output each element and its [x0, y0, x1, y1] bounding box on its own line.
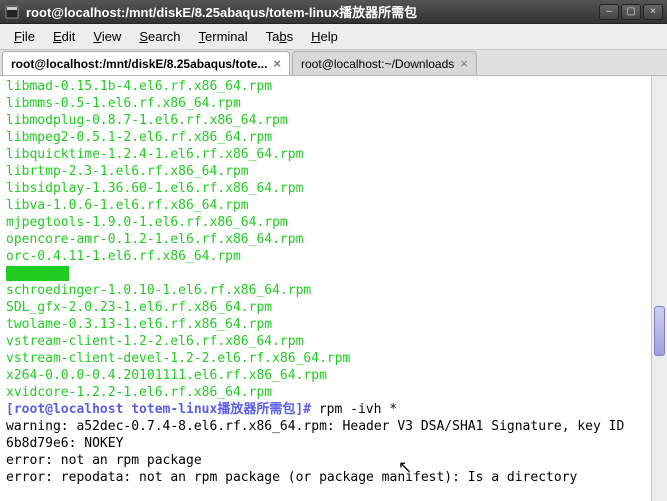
tab-label: root@localhost:~/Downloads — [301, 57, 454, 71]
tab-close-icon[interactable]: × — [273, 56, 281, 71]
minimize-button[interactable]: – — [599, 4, 619, 20]
scrollbar-thumb[interactable] — [654, 306, 665, 356]
terminal-container: libmad-0.15.1b-4.el6.rf.x86_64.rpm libmm… — [0, 76, 667, 501]
window-title: root@localhost:/mnt/diskE/8.25abaqus/tot… — [26, 2, 597, 21]
tabbar: root@localhost:/mnt/diskE/8.25abaqus/tot… — [0, 50, 667, 76]
menu-view[interactable]: View — [85, 26, 129, 47]
scrollbar[interactable] — [651, 76, 667, 501]
close-button[interactable]: × — [643, 4, 663, 20]
menu-file[interactable]: File — [6, 26, 43, 47]
tab-close-icon[interactable]: × — [460, 56, 468, 71]
tab-1[interactable]: root@localhost:~/Downloads × — [292, 51, 477, 75]
menu-tabs[interactable]: Tabs — [258, 26, 301, 47]
tab-label: root@localhost:/mnt/diskE/8.25abaqus/tot… — [11, 57, 267, 71]
maximize-button[interactable]: ▢ — [621, 4, 641, 20]
menu-help[interactable]: Help — [303, 26, 346, 47]
menubar: File Edit View Search Terminal Tabs Help — [0, 24, 667, 50]
terminal[interactable]: libmad-0.15.1b-4.el6.rf.x86_64.rpm libmm… — [0, 76, 651, 501]
tab-0[interactable]: root@localhost:/mnt/diskE/8.25abaqus/tot… — [2, 51, 290, 75]
menu-edit[interactable]: Edit — [45, 26, 83, 47]
app-icon — [4, 4, 20, 20]
menu-search[interactable]: Search — [131, 26, 188, 47]
menu-terminal[interactable]: Terminal — [191, 26, 256, 47]
titlebar: root@localhost:/mnt/diskE/8.25abaqus/tot… — [0, 0, 667, 24]
